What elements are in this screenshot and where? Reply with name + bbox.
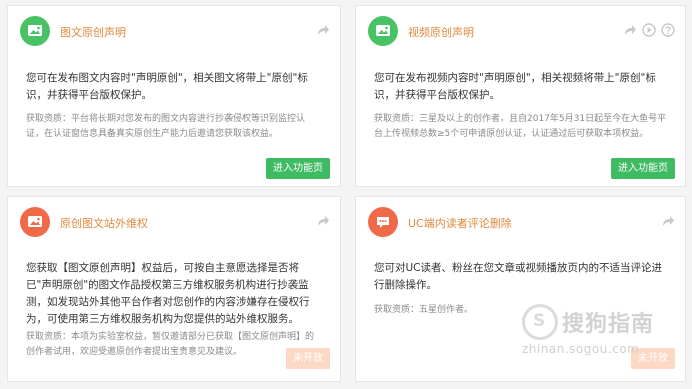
play-icon[interactable] xyxy=(642,22,656,37)
card-header: 原创图文站外维权 xyxy=(20,207,330,241)
card-header: 图文原创声明 xyxy=(20,16,330,50)
sogou-watermark: S 搜狗指南 zhinan.sogou.com xyxy=(522,300,692,366)
image-text-badge-icon xyxy=(20,16,50,46)
rights-badge-icon xyxy=(20,207,50,237)
card-header: 视频原创声明 xyxy=(368,16,675,50)
enter-function-button[interactable]: 进入功能页 xyxy=(266,158,330,179)
card-qualification: 获取资质：平台将长期对您发布的图文内容进行抄袭侵权等识别监控认证，在认证窗信息具… xyxy=(26,114,306,139)
card-offsite-rights: 原创图文站外维权 您获取【图文原创声明】权益后，可按自主意愿选择是否将已"声明原… xyxy=(7,196,341,382)
card-title: UC端内读者评论删除 xyxy=(408,217,512,230)
not-open-button: 未开放 xyxy=(286,348,330,369)
card-image-text-original: 图文原创声明 您可在发布图文内容时"声明原创"，相关图文将带上"原创"标识，并获… xyxy=(7,5,341,187)
video-badge-icon xyxy=(368,16,398,46)
card-title: 视频原创声明 xyxy=(408,26,474,39)
card-description: 您获取【图文原创声明】权益后，可按自主意愿选择是否将已"声明原创"的图文作品授权… xyxy=(26,262,310,325)
card-description: 您可对UC读者、粉丝在您文章或视频播放页内的不适当评论进行删除操作。 xyxy=(374,262,663,291)
watermark-text: 搜狗指南 xyxy=(562,312,655,337)
comment-badge-icon xyxy=(368,207,398,237)
sogou-logo-icon: S xyxy=(522,304,558,340)
card-qualification: 获取资质：本项为实验室权益，暂仅邀请部分已获取【图文原创声明】的创作者试用，欢迎… xyxy=(26,332,315,357)
share-arrow-icon[interactable] xyxy=(661,213,675,227)
card-video-original: 视频原创声明 您可在发布视频内容时"声明原创"，相关视频将带上"原创"标识，并获… xyxy=(355,5,686,187)
share-arrow-icon[interactable] xyxy=(316,213,330,227)
share-arrow-icon[interactable] xyxy=(623,22,637,36)
card-title: 原创图文站外维权 xyxy=(60,217,148,230)
help-icon[interactable] xyxy=(661,22,675,37)
share-arrow-icon[interactable] xyxy=(316,22,330,36)
enter-function-button[interactable]: 进入功能页 xyxy=(611,158,675,179)
card-title: 图文原创声明 xyxy=(60,26,126,39)
card-qualification: 获取资质：三星及以上的创作者，且自2017年5月31日起至今在大鱼号平台上传视频… xyxy=(374,114,667,139)
watermark-url: zhinan.sogou.com xyxy=(522,342,640,356)
card-description: 您可在发布图文内容时"声明原创"，相关图文将带上"原创"标识，并获得平台版权保护… xyxy=(26,72,308,101)
card-description: 您可在发布视频内容时"声明原创"，相关视频将带上"原创"标识，并获得平台版权保护… xyxy=(374,72,656,101)
card-header: UC端内读者评论删除 xyxy=(368,207,675,241)
